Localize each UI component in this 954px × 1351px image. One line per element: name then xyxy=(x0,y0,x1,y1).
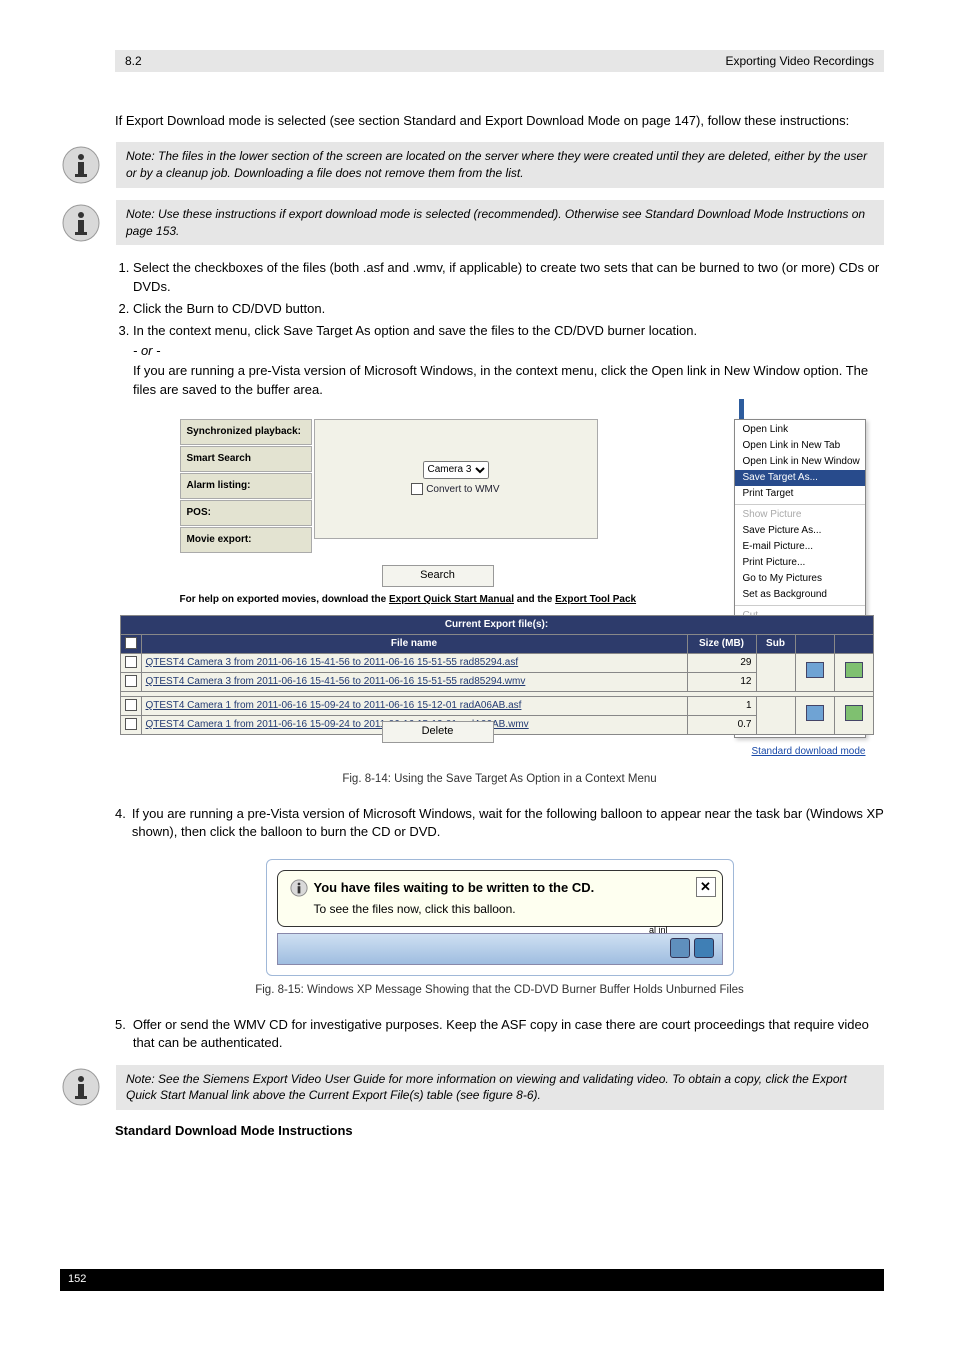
standard-download-link[interactable]: Standard download mode xyxy=(752,745,866,759)
table-row: QTEST4 Camera 3 from 2011-06-16 15-41-56… xyxy=(120,653,873,672)
page-header-left: 8.2 xyxy=(125,53,725,70)
action-icon[interactable] xyxy=(806,662,824,678)
figure-2-caption: Fig. 8-15: Windows XP Message Showing th… xyxy=(115,982,884,998)
steps-list: Select the checkboxes of the files (both… xyxy=(115,257,884,400)
page-header-band: 8.2 Exporting Video Recordings xyxy=(115,50,884,72)
file-size: 1 xyxy=(687,696,756,715)
close-icon[interactable]: ✕ xyxy=(696,877,716,897)
help-line: For help on exported movies, download th… xyxy=(180,593,637,607)
col-size: Size (MB) xyxy=(687,634,756,653)
intro-text: If Export Download mode is selected (see… xyxy=(115,112,884,130)
ctx-goto-pics[interactable]: Go to My Pictures xyxy=(735,571,865,587)
action-icon[interactable] xyxy=(845,662,863,678)
page-footer-band: 152 xyxy=(60,1269,884,1291)
col-file: File name xyxy=(141,634,687,653)
figure-1-caption: Fig. 8-14: Using the Save Target As Opti… xyxy=(115,771,884,787)
table-title: Current Export file(s): xyxy=(120,615,873,634)
camera-select[interactable]: Camera 3 xyxy=(423,461,489,479)
ctx-set-bg[interactable]: Set as Background xyxy=(735,587,865,603)
figure-1: Synchronized playback: Smart Search Alar… xyxy=(120,419,880,765)
balloon-subtext: To see the files now, click this balloon… xyxy=(314,901,694,918)
file-name-link[interactable]: QTEST4 Camera 1 from 2011-06-16 15-09-24… xyxy=(141,696,687,715)
ctx-print-target[interactable]: Print Target xyxy=(735,486,865,502)
step-4-number: 4. xyxy=(115,805,126,841)
delete-button[interactable]: Delete xyxy=(382,721,494,743)
step-5-text: Offer or send the WMV CD for investigati… xyxy=(133,1016,884,1052)
row-checkbox[interactable] xyxy=(125,718,137,730)
help-link-1[interactable]: Export Quick Start Manual xyxy=(389,594,514,605)
file-size: 0.7 xyxy=(687,715,756,734)
tray-icon[interactable] xyxy=(670,938,690,958)
row-sync: Synchronized playback: xyxy=(180,419,312,445)
slider-marker-icon xyxy=(739,399,744,421)
convert-checkbox[interactable] xyxy=(411,483,423,495)
col-sub: Sub xyxy=(756,634,795,653)
search-button[interactable]: Search xyxy=(382,565,494,587)
step-4-text: If you are running a pre-Vista version o… xyxy=(132,805,884,841)
action-icon[interactable] xyxy=(845,705,863,721)
balloon-title: You have files waiting to be written to … xyxy=(314,879,595,897)
file-name-link[interactable]: QTEST4 Camera 3 from 2011-06-16 15-41-56… xyxy=(141,672,687,691)
step-1: Select the checkboxes of the files (both… xyxy=(133,260,879,293)
info-icon xyxy=(60,144,102,186)
note-box-2: Note: Use these instructions if export d… xyxy=(116,200,884,246)
step-3a: In the context menu, click Save Target A… xyxy=(133,323,697,338)
action-icon[interactable] xyxy=(806,705,824,721)
info-icon xyxy=(60,1066,102,1108)
file-name-link[interactable]: QTEST4 Camera 3 from 2011-06-16 15-41-56… xyxy=(141,653,687,672)
taskbar: al inl xyxy=(277,933,723,965)
note-box-1: Note: The files in the lower section of … xyxy=(116,142,884,188)
step-2: Click the Burn to CD/DVD button. xyxy=(133,301,325,316)
export-files-table: Current Export file(s): File name Size (… xyxy=(120,615,874,735)
row-alarm: Alarm listing: xyxy=(180,473,312,499)
row-smart: Smart Search xyxy=(180,446,312,472)
file-size: 29 xyxy=(687,653,756,672)
ctx-open-new-tab[interactable]: Open Link in New Tab xyxy=(735,438,865,454)
row-export: Movie export: xyxy=(180,527,312,553)
figure-2: You have files waiting to be written to … xyxy=(266,859,734,976)
taskbar-hint: al inl xyxy=(649,924,668,937)
balloon-tooltip[interactable]: You have files waiting to be written to … xyxy=(277,870,723,927)
page-header-right: Exporting Video Recordings xyxy=(725,53,874,70)
info-icon xyxy=(290,879,308,897)
file-size: 12 xyxy=(687,672,756,691)
ctx-save-target[interactable]: Save Target As... xyxy=(735,470,865,486)
ctx-print-pic[interactable]: Print Picture... xyxy=(735,555,865,571)
ctx-open-link[interactable]: Open Link xyxy=(735,422,865,438)
select-all-checkbox[interactable] xyxy=(125,637,137,649)
ctx-open-new-win[interactable]: Open Link in New Window xyxy=(735,454,865,470)
tray-icon[interactable] xyxy=(694,938,714,958)
help-line-pre: For help on exported movies, download th… xyxy=(180,594,389,605)
table-row: QTEST4 Camera 1 from 2011-06-16 15-09-24… xyxy=(120,696,873,715)
ctx-show-pic: Show Picture xyxy=(735,507,865,523)
row-checkbox[interactable] xyxy=(125,699,137,711)
note-box-3: Note: See the Siemens Export Video User … xyxy=(116,1065,884,1111)
ctx-email-pic[interactable]: E-mail Picture... xyxy=(735,539,865,555)
help-line-mid: and the xyxy=(514,594,555,605)
info-icon xyxy=(60,202,102,244)
footer-left: 152 xyxy=(68,1272,86,1287)
help-link-2[interactable]: Export Tool Pack xyxy=(555,594,636,605)
convert-label: Convert to WMV xyxy=(426,484,499,495)
step-3-or: - or - xyxy=(133,342,884,360)
row-pos: POS: xyxy=(180,500,312,526)
center-panel: Camera 3 Convert to WMV xyxy=(314,419,598,539)
row-checkbox[interactable] xyxy=(125,656,137,668)
step-3b: If you are running a pre-Vista version o… xyxy=(133,362,884,398)
step-5-number: 5. xyxy=(115,1016,127,1052)
row-checkbox[interactable] xyxy=(125,675,137,687)
section-title: Standard Download Mode Instructions xyxy=(115,1122,884,1140)
ctx-save-pic[interactable]: Save Picture As... xyxy=(735,523,865,539)
